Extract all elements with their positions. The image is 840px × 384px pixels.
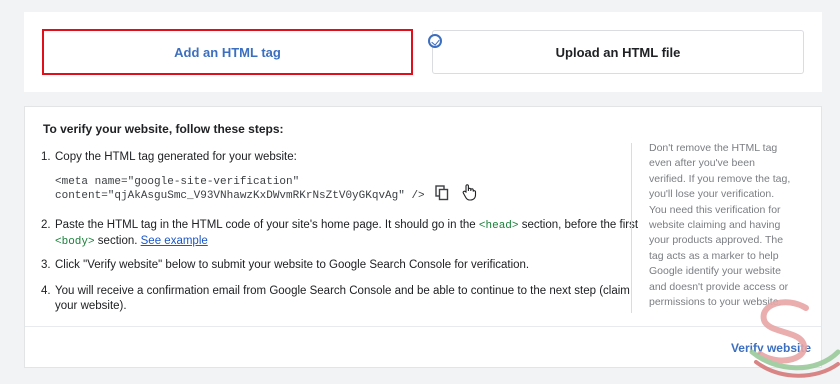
channel-logo-watermark xyxy=(749,299,840,378)
step-2-text-c: section. xyxy=(94,235,141,247)
step-4-text: You will receive a confirmation email fr… xyxy=(55,285,630,312)
verification-steps-panel: To verify your website, follow these ste… xyxy=(24,106,822,368)
step-2-text-a: Paste the HTML tag in the HTML code of y… xyxy=(55,219,479,231)
hand-pointer-icon xyxy=(462,184,477,201)
side-note: Don't remove the HTML tag even after you… xyxy=(649,142,791,309)
step-3-text: Click "Verify website" below to submit y… xyxy=(55,259,530,271)
step-3: 3. Click "Verify website" below to submit… xyxy=(41,258,641,273)
body-tag-code: <body> xyxy=(55,236,95,248)
step-2-text-b: section, before the first xyxy=(518,219,639,231)
code-line-2: content="qjAkAsguSmc_V93VNhawzKxDWvmRKrN… xyxy=(55,190,425,202)
side-divider xyxy=(631,143,632,313)
step-4: 4. You will receive a confirmation email … xyxy=(41,284,637,314)
html-tag-code[interactable]: <meta name="google-site-verification" co… xyxy=(55,175,425,203)
add-html-tag-tab[interactable]: Add an HTML tag xyxy=(42,29,413,75)
steps-title: To verify your website, follow these ste… xyxy=(43,122,284,136)
step-1-number: 1. xyxy=(41,151,51,163)
step-4-number: 4. xyxy=(41,285,51,297)
step-1: 1. Copy the HTML tag generated for your w… xyxy=(41,150,641,165)
upload-html-file-tab[interactable]: Upload an HTML file xyxy=(432,30,804,74)
step-2-number: 2. xyxy=(41,219,51,231)
step-3-number: 3. xyxy=(41,259,51,271)
copy-icon[interactable] xyxy=(435,185,449,201)
code-line-1: <meta name="google-site-verification" xyxy=(55,176,300,188)
step-2: 2. Paste the HTML tag in the HTML code of… xyxy=(41,218,641,250)
verification-method-panel: Add an HTML tag Upload an HTML file xyxy=(24,12,822,92)
footer-divider xyxy=(25,326,821,327)
step-1-text: Copy the HTML tag generated for your web… xyxy=(55,151,297,163)
see-example-link[interactable]: See example xyxy=(141,235,208,247)
head-tag-code: <head> xyxy=(478,220,519,232)
circle-check-cursor-icon xyxy=(428,34,442,48)
